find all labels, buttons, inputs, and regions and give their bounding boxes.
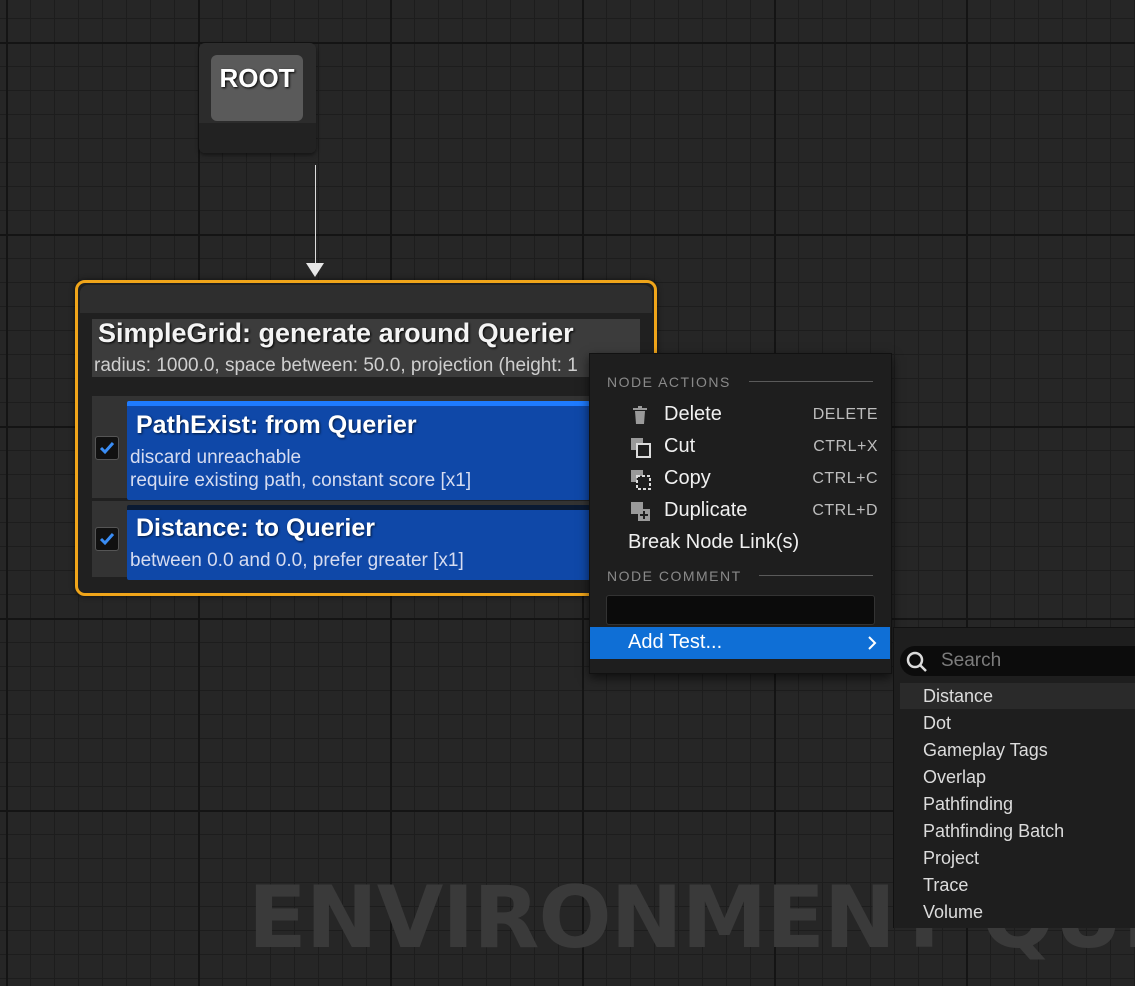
submenu-item-dot[interactable]: Dot <box>923 713 951 734</box>
checkmark-icon <box>99 533 115 546</box>
test-description: between 0.0 and 0.0, prefer greater [x1] <box>130 550 464 571</box>
root-node[interactable]: ROOT <box>199 43 316 153</box>
test-title: Distance: to Querier <box>136 514 375 542</box>
submenu-search-box[interactable] <box>900 646 1135 676</box>
generator-input-pin[interactable] <box>80 285 652 313</box>
menu-item-label: Copy <box>664 467 711 489</box>
node-comment-header: NODE COMMENT <box>607 568 742 584</box>
copy-icon <box>631 470 651 490</box>
connection-wire <box>315 165 316 265</box>
menu-item-label: Duplicate <box>664 499 748 521</box>
menu-item-label: Add Test... <box>628 631 723 653</box>
submenu-item-volume[interactable]: Volume <box>923 902 983 923</box>
cut-icon <box>631 438 651 458</box>
submenu-item-project[interactable]: Project <box>923 848 979 869</box>
test-enabled-checkbox[interactable] <box>95 436 119 460</box>
menu-item-shortcut: DELETE <box>812 406 878 423</box>
section-divider <box>759 575 873 576</box>
submenu-item-pathfinding-batch[interactable]: Pathfinding Batch <box>923 821 1064 842</box>
chevron-right-icon <box>868 636 877 650</box>
submenu-item-gameplay-tags[interactable]: Gameplay Tags <box>923 740 1048 761</box>
node-actions-header: NODE ACTIONS <box>607 374 731 390</box>
generator-title: SimpleGrid: generate around Querier <box>98 318 574 348</box>
root-node-label: ROOT <box>211 55 303 121</box>
trash-icon <box>633 406 647 424</box>
submenu-item-trace[interactable]: Trace <box>923 875 968 896</box>
search-icon <box>906 651 927 672</box>
duplicate-icon <box>631 502 650 521</box>
test-title: PathExist: from Querier <box>136 411 417 439</box>
menu-item-label: Break Node Link(s) <box>628 531 800 553</box>
test-description: discard unreachable <box>130 447 302 468</box>
menu-item-shortcut: CTRL+C <box>812 470 878 487</box>
test-enabled-checkbox[interactable] <box>95 527 119 551</box>
menu-item-label: Delete <box>664 403 722 425</box>
menu-item-shortcut: CTRL+D <box>812 502 878 519</box>
wire-arrow-icon <box>306 263 324 277</box>
root-output-pin[interactable] <box>199 123 316 153</box>
search-placeholder: Search <box>941 650 1002 671</box>
menu-item-label: Cut <box>664 435 696 457</box>
submenu-item-pathfinding[interactable]: Pathfinding <box>923 794 1013 815</box>
submenu-item-distance[interactable]: Distance <box>923 686 993 707</box>
menu-item-shortcut: CTRL+X <box>813 438 878 455</box>
generator-description: radius: 1000.0, space between: 50.0, pro… <box>94 355 578 376</box>
checkmark-icon <box>99 442 115 455</box>
test-description: require existing path, constant score [x… <box>130 470 472 491</box>
section-divider <box>749 381 873 382</box>
submenu-item-overlap[interactable]: Overlap <box>923 767 986 788</box>
node-comment-input[interactable] <box>606 595 875 625</box>
